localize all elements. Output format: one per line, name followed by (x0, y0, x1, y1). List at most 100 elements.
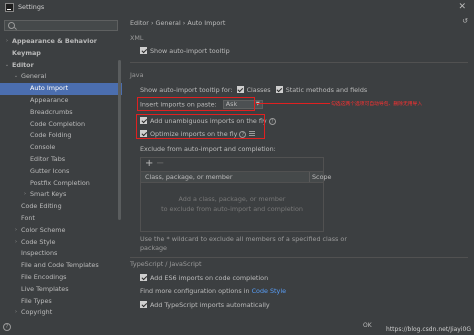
add-ts-imports-label: Add TypeScript imports automatically (150, 301, 270, 309)
exclude-label: Exclude from auto-import and completion: (140, 145, 276, 153)
close-icon[interactable]: ✕ (458, 2, 466, 12)
main-panel: Editor › General › Auto Import ↺ XML Sho… (124, 16, 474, 335)
more-config-row: Find more configuration options in Code … (140, 287, 286, 295)
reset-icon[interactable]: ↺ (462, 17, 468, 25)
exclude-table-header: Class, package, or member Scope (141, 171, 331, 183)
window-title: Settings (18, 3, 45, 11)
chevron-right-icon[interactable]: › (4, 36, 10, 48)
sidebar-item[interactable]: Inspections (0, 248, 122, 260)
sidebar-item[interactable]: Keymap (0, 48, 122, 60)
java-tooltip-label: Show auto-import tooltip for: (140, 86, 233, 94)
exclude-empty-text: Add a class, package, or member to exclu… (141, 194, 323, 214)
es6-imports-option[interactable]: Add ES6 imports on code completion (140, 274, 268, 282)
divider (130, 257, 468, 258)
sidebar-item[interactable]: Appearance (0, 95, 122, 107)
es6-imports-checkbox[interactable] (140, 274, 147, 281)
sidebar-item[interactable]: Code Editing (0, 201, 122, 213)
xml-tooltip-option[interactable]: Show auto-import tooltip (140, 47, 230, 55)
sidebar-item-label: Breadcrumbs (30, 107, 73, 116)
sidebar-item-label: Console (30, 143, 56, 152)
chevron-down-icon[interactable]: ⌄ (13, 71, 19, 83)
sidebar-item[interactable]: Font (0, 213, 122, 225)
sidebar-item[interactable]: Breadcrumbs (0, 107, 122, 119)
classes-checkbox[interactable] (236, 86, 244, 93)
sidebar-item[interactable]: ⌄ Editor (0, 60, 122, 72)
column-scope[interactable]: Scope (312, 173, 331, 181)
add-icon[interactable]: + (145, 158, 153, 169)
sidebar-item-label: File Encodings (21, 272, 67, 281)
es6-imports-label: Add ES6 imports on code completion (150, 274, 269, 282)
java-tooltip-row: Show auto-import tooltip for: Classes St… (140, 86, 367, 94)
sidebar-item-label: Editor (12, 60, 34, 69)
chevron-right-icon[interactable]: › (13, 307, 19, 319)
annotation-text: 勾选这两个选项可自动导包、删除无用导入 (331, 102, 423, 107)
chevron-right-icon[interactable]: › (13, 225, 19, 237)
wildcard-hint-2: package (140, 244, 167, 252)
sidebar-item[interactable]: Code Completion (0, 119, 122, 131)
sidebar-item[interactable]: Console (0, 142, 122, 154)
sidebar-item[interactable]: Auto Import (0, 83, 122, 95)
column-class[interactable]: Class, package, or member (145, 173, 232, 181)
remove-icon[interactable]: − (156, 158, 164, 169)
sidebar-item-label: File Types (21, 296, 52, 305)
sidebar-item-label: Live Templates (21, 284, 69, 293)
sidebar-item-label: General (21, 72, 47, 81)
sidebar-item[interactable]: Code Folding (0, 130, 122, 142)
settings-sidebar: › Appearance & Behavior Keymap ⌄ Editor ⌄ Gene… (0, 16, 125, 335)
annotation-arrow (256, 103, 330, 105)
empty-line-2: to exclude from auto-import and completi… (161, 205, 303, 213)
add-ts-imports-checkbox[interactable] (140, 301, 147, 308)
title-bar: Settings ✕ (0, 0, 474, 17)
section-java: Java (130, 71, 144, 79)
sidebar-item-label: Code Editing (21, 202, 62, 211)
sidebar-item[interactable]: › Code Style (0, 237, 122, 249)
chevron-right-icon[interactable]: › (22, 189, 28, 201)
sidebar-item[interactable]: Postfix Completion (0, 178, 122, 190)
sidebar-item[interactable]: Live Templates (0, 284, 122, 296)
section-typescript: TypeScript / JavaScript (130, 260, 202, 268)
sidebar-item[interactable]: File Encodings (0, 272, 122, 284)
sidebar-item-label: Appearance & Behavior (12, 37, 97, 45)
sidebar-item[interactable]: File Types (0, 296, 122, 308)
sidebar-item[interactable]: › Smart Keys (0, 189, 122, 201)
chevron-right-icon[interactable]: › (13, 237, 19, 249)
sidebar-item-label: Auto Import (30, 84, 69, 93)
wildcard-hint-1: Use the * wildcard to exclude all member… (140, 235, 347, 243)
search-icon (8, 22, 15, 29)
sidebar-item-label: Code Completion (30, 119, 85, 128)
sidebar-item-label: Inspections (21, 249, 58, 258)
divider (130, 62, 468, 63)
empty-line-1: Add a class, package, or member (178, 195, 286, 203)
ok-button[interactable]: OK (363, 322, 375, 332)
sidebar-item[interactable]: › Appearance & Behavior (0, 36, 122, 48)
sidebar-scrollbar[interactable] (118, 60, 121, 220)
xml-tooltip-checkbox[interactable] (140, 47, 147, 54)
sidebar-item-label: Appearance (30, 95, 69, 104)
watermark: https://blog.csdn.net/Jiayi0G (386, 326, 471, 333)
app-icon (5, 3, 14, 12)
sidebar-item-label: Code Style (21, 237, 56, 246)
code-style-link[interactable]: Code Style (252, 287, 286, 295)
help-icon[interactable]: ? (3, 323, 11, 331)
search-input[interactable] (4, 20, 118, 31)
sidebar-item[interactable]: ⌄ General (0, 71, 122, 83)
highlight-box-paste (137, 97, 255, 111)
sidebar-item[interactable]: Editor Tabs (0, 154, 122, 166)
sidebar-item[interactable]: › Copyright (0, 307, 122, 319)
sidebar-item-label: Copyright (21, 308, 53, 317)
static-members-label: Static methods and fields (285, 86, 368, 94)
sidebar-item-label: Editor Tabs (30, 154, 66, 163)
add-ts-imports-option[interactable]: Add TypeScript imports automatically (140, 301, 270, 309)
sidebar-item[interactable]: File and Code Templates (0, 260, 122, 272)
static-members-checkbox[interactable] (275, 86, 283, 93)
column-divider (309, 172, 310, 182)
sidebar-item[interactable]: Gutter Icons (0, 166, 122, 178)
breadcrumb: Editor › General › Auto Import (130, 19, 226, 27)
chevron-down-icon[interactable]: ⌄ (4, 60, 10, 72)
sidebar-item-label: Gutter Icons (30, 166, 70, 175)
classes-label: Classes (246, 86, 271, 94)
sidebar-item-label: Smart Keys (30, 190, 67, 199)
help-icon[interactable]: ? (268, 118, 276, 125)
section-xml: XML (130, 34, 144, 42)
sidebar-item[interactable]: › Color Scheme (0, 225, 122, 237)
